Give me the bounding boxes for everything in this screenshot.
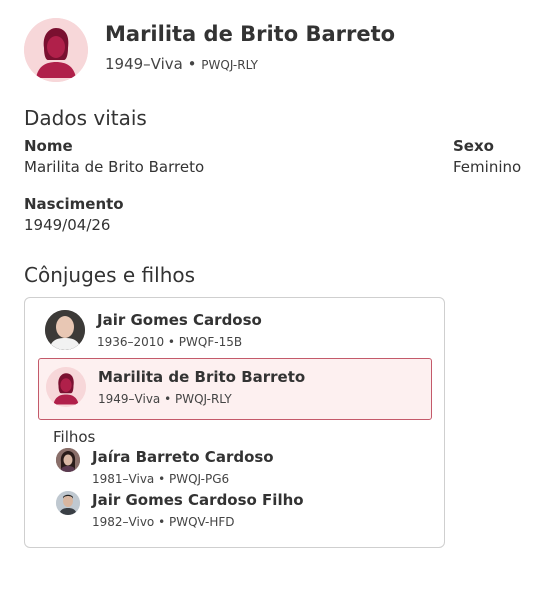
sex-value: Feminino [453,158,522,176]
person-summary: 1949–Viva • PWQJ-RLY [105,55,258,73]
name-label: Nome [24,137,73,155]
female-photo-icon [56,448,80,472]
child-avatar[interactable] [56,491,80,515]
child-avatar[interactable] [56,448,80,472]
male-photo-icon [45,310,85,350]
child-meta: 1981–Viva • PWQJ-PG6 [92,472,230,486]
separator: • [187,55,197,73]
spouse-meta: 1936–2010 • PWQF-15B [97,335,243,349]
self-name[interactable]: Marilita de Brito Barreto [98,368,305,386]
birth-label: Nascimento [24,195,124,213]
person-id: PWQJ-RLY [201,58,259,72]
vitals-heading: Dados vitais [24,106,147,130]
spouse-name[interactable]: Jair Gomes Cardoso [97,311,262,329]
family-heading: Cônjuges e filhos [24,263,196,287]
children-label: Filhos [53,428,96,446]
child-name[interactable]: Jair Gomes Cardoso Filho [92,491,304,509]
sex-label: Sexo [453,137,494,155]
spouse-avatar[interactable] [45,310,85,350]
birth-value: 1949/04/26 [24,216,111,234]
female-person-icon [46,367,86,407]
child-name[interactable]: Jaíra Barreto Cardoso [92,448,274,466]
page-title: Marilita de Brito Barreto [105,22,396,46]
self-meta: 1949–Viva • PWQJ-RLY [98,392,232,406]
self-avatar [46,367,86,407]
lifespan: 1949–Viva [105,55,183,73]
avatar [24,18,88,82]
female-person-icon [24,18,88,82]
name-value: Marilita de Brito Barreto [24,158,205,176]
male-photo-icon [56,491,80,515]
child-meta: 1982–Vivo • PWQV-HFD [92,515,235,529]
